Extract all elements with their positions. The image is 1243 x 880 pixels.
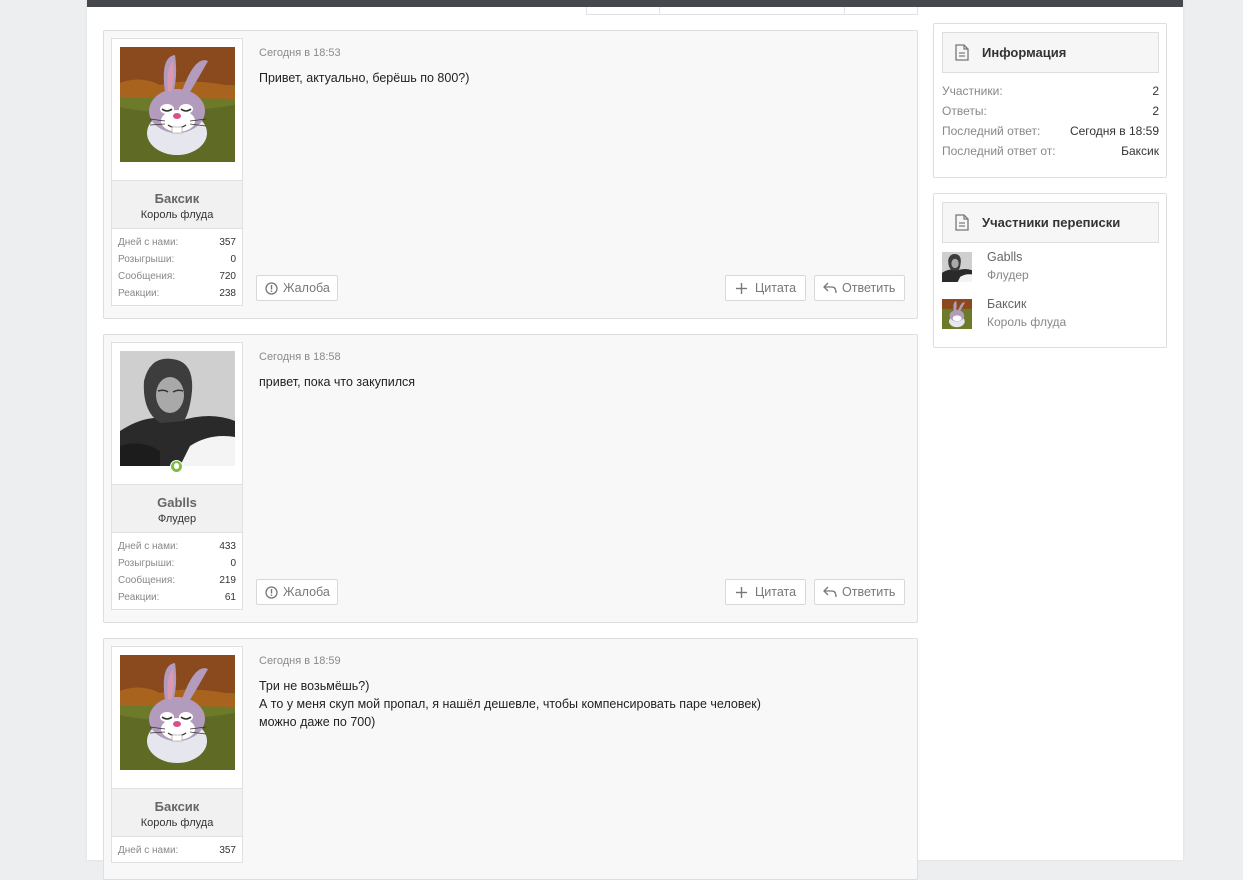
participants-panel-header: Участники переписки xyxy=(942,202,1159,243)
stat-row: Дней с нами: 357 xyxy=(118,845,236,856)
user-name[interactable]: Баксик xyxy=(112,181,242,206)
report-label: Жалоба xyxy=(283,281,330,295)
stat-row: Сообщения: 720 xyxy=(118,271,236,282)
message-post: Gablls Флудер Дней с нами: 433 Розыгрыши:… xyxy=(103,334,918,623)
participant-name[interactable]: Баксик xyxy=(987,297,1026,311)
user-card: Баксик Король флуда Дней с нами: 357 Розы… xyxy=(111,38,243,306)
info-rows: Участники: 2 Ответы: 2 Последний ответ: Сег… xyxy=(934,73,1166,161)
photo-avatar-image xyxy=(942,252,972,282)
user-card: Баксик Король флуда Дней с нами: 357 xyxy=(111,646,243,863)
report-label: Жалоба xyxy=(283,585,330,599)
report-button[interactable]: Жалоба xyxy=(256,275,338,301)
header-tab[interactable] xyxy=(586,7,659,15)
participant-item[interactable]: Баксик Король флуда xyxy=(942,297,1166,346)
participant-avatar[interactable] xyxy=(942,252,972,282)
info-row: Последний ответ от: Баксик xyxy=(942,144,1159,158)
header-tabs xyxy=(586,7,918,15)
reply-label: Ответить xyxy=(842,281,896,295)
alert-circle-icon xyxy=(265,585,278,599)
info-row: Ответы: 2 xyxy=(942,104,1159,118)
reply-label: Ответить xyxy=(842,585,896,599)
reply-icon xyxy=(823,586,837,598)
message-line: Привет, актуально, берёшь по 800?) xyxy=(259,71,470,85)
report-button[interactable]: Жалоба xyxy=(256,579,338,605)
info-row: Участники: 2 xyxy=(942,84,1159,98)
info-panel: Информация Участники: 2 Ответы: 2 Последни… xyxy=(933,23,1167,178)
participant-name[interactable]: Gablls xyxy=(987,250,1022,264)
stat-row: Розыгрыши: 0 xyxy=(118,558,236,569)
user-avatar[interactable] xyxy=(120,655,235,770)
document-icon xyxy=(955,44,969,61)
top-navigation-bar xyxy=(87,0,1183,7)
quote-button[interactable]: Цитата xyxy=(725,275,806,301)
user-title: Флудер xyxy=(157,513,197,525)
stat-row: Розыгрыши: 0 xyxy=(118,254,236,265)
stat-row: Реакции: 61 xyxy=(118,592,236,603)
message-date[interactable]: Сегодня в 18:59 xyxy=(259,655,341,667)
quote-label: Цитата xyxy=(755,585,797,599)
participants-panel: Участники переписки Gablls Флудер Баксик… xyxy=(933,193,1167,348)
user-card: Gablls Флудер Дней с нами: 433 Розыгрыши:… xyxy=(111,342,243,610)
participants-panel-title: Участники переписки xyxy=(982,215,1121,230)
header-tab[interactable] xyxy=(844,7,918,15)
user-name[interactable]: Gablls xyxy=(112,485,242,510)
message-post: Баксик Король флуда Дней с нами: 357 Сего… xyxy=(103,638,918,880)
stat-row: Дней с нами: 433 xyxy=(118,541,236,552)
user-avatar[interactable] xyxy=(120,47,235,162)
message-body: Привет, актуально, берёшь по 800?) xyxy=(259,69,469,87)
participant-item[interactable]: Gablls Флудер xyxy=(942,250,1166,299)
reply-icon xyxy=(823,282,837,294)
stat-row: Дней с нами: 357 xyxy=(118,237,236,248)
user-avatar[interactable] xyxy=(120,351,235,466)
quote-label: Цитата xyxy=(755,281,797,295)
stat-row: Реакции: 238 xyxy=(118,288,236,299)
message-line: привет, пока что закупился xyxy=(259,375,416,389)
quote-button[interactable]: Цитата xyxy=(725,579,806,605)
reply-button[interactable]: Ответить xyxy=(814,275,905,301)
info-panel-header: Информация xyxy=(942,32,1159,73)
message-post: Баксик Король флуда Дней с нами: 357 Розы… xyxy=(103,30,918,319)
message-line: Три не возьмёшь?) xyxy=(259,679,370,693)
message-date[interactable]: Сегодня в 18:58 xyxy=(259,351,341,363)
message-line: можно даже по 700) xyxy=(259,715,376,729)
participant-title: Король флуда xyxy=(987,315,1067,329)
participant-avatar[interactable] xyxy=(942,299,972,329)
bunny-avatar-image xyxy=(942,299,972,329)
user-name[interactable]: Баксик xyxy=(112,789,242,814)
reply-button[interactable]: Ответить xyxy=(814,579,905,605)
user-title: Король флуда xyxy=(140,817,214,829)
header-tab[interactable] xyxy=(659,7,845,15)
plus-icon xyxy=(736,282,747,294)
user-stats: Дней с нами: 357 Розыгрыши: 0 Сообщения: 72… xyxy=(112,229,242,305)
user-stats: Дней с нами: 357 xyxy=(112,837,242,862)
message-body: Три не возьмёшь?) А то у меня скуп мой п… xyxy=(259,677,761,731)
user-title: Король флуда xyxy=(140,209,214,221)
photo-avatar-image xyxy=(120,351,235,466)
message-date[interactable]: Сегодня в 18:53 xyxy=(259,47,341,59)
document-icon xyxy=(955,214,969,231)
message-body: привет, пока что закупился xyxy=(259,373,415,391)
info-row: Последний ответ: Сегодня в 18:59 xyxy=(942,124,1159,138)
info-panel-title: Информация xyxy=(982,45,1067,60)
alert-circle-icon xyxy=(265,281,278,295)
stat-row: Сообщения: 219 xyxy=(118,575,236,586)
bunny-avatar-image xyxy=(120,47,235,162)
bunny-avatar-image xyxy=(120,655,235,770)
message-line: А то у меня скуп мой пропал, я нашёл деш… xyxy=(259,697,761,711)
user-stats: Дней с нами: 433 Розыгрыши: 0 Сообщения: 21… xyxy=(112,533,242,609)
plus-icon xyxy=(736,586,747,598)
participant-title: Флудер xyxy=(987,268,1029,282)
online-status-icon xyxy=(170,460,183,473)
